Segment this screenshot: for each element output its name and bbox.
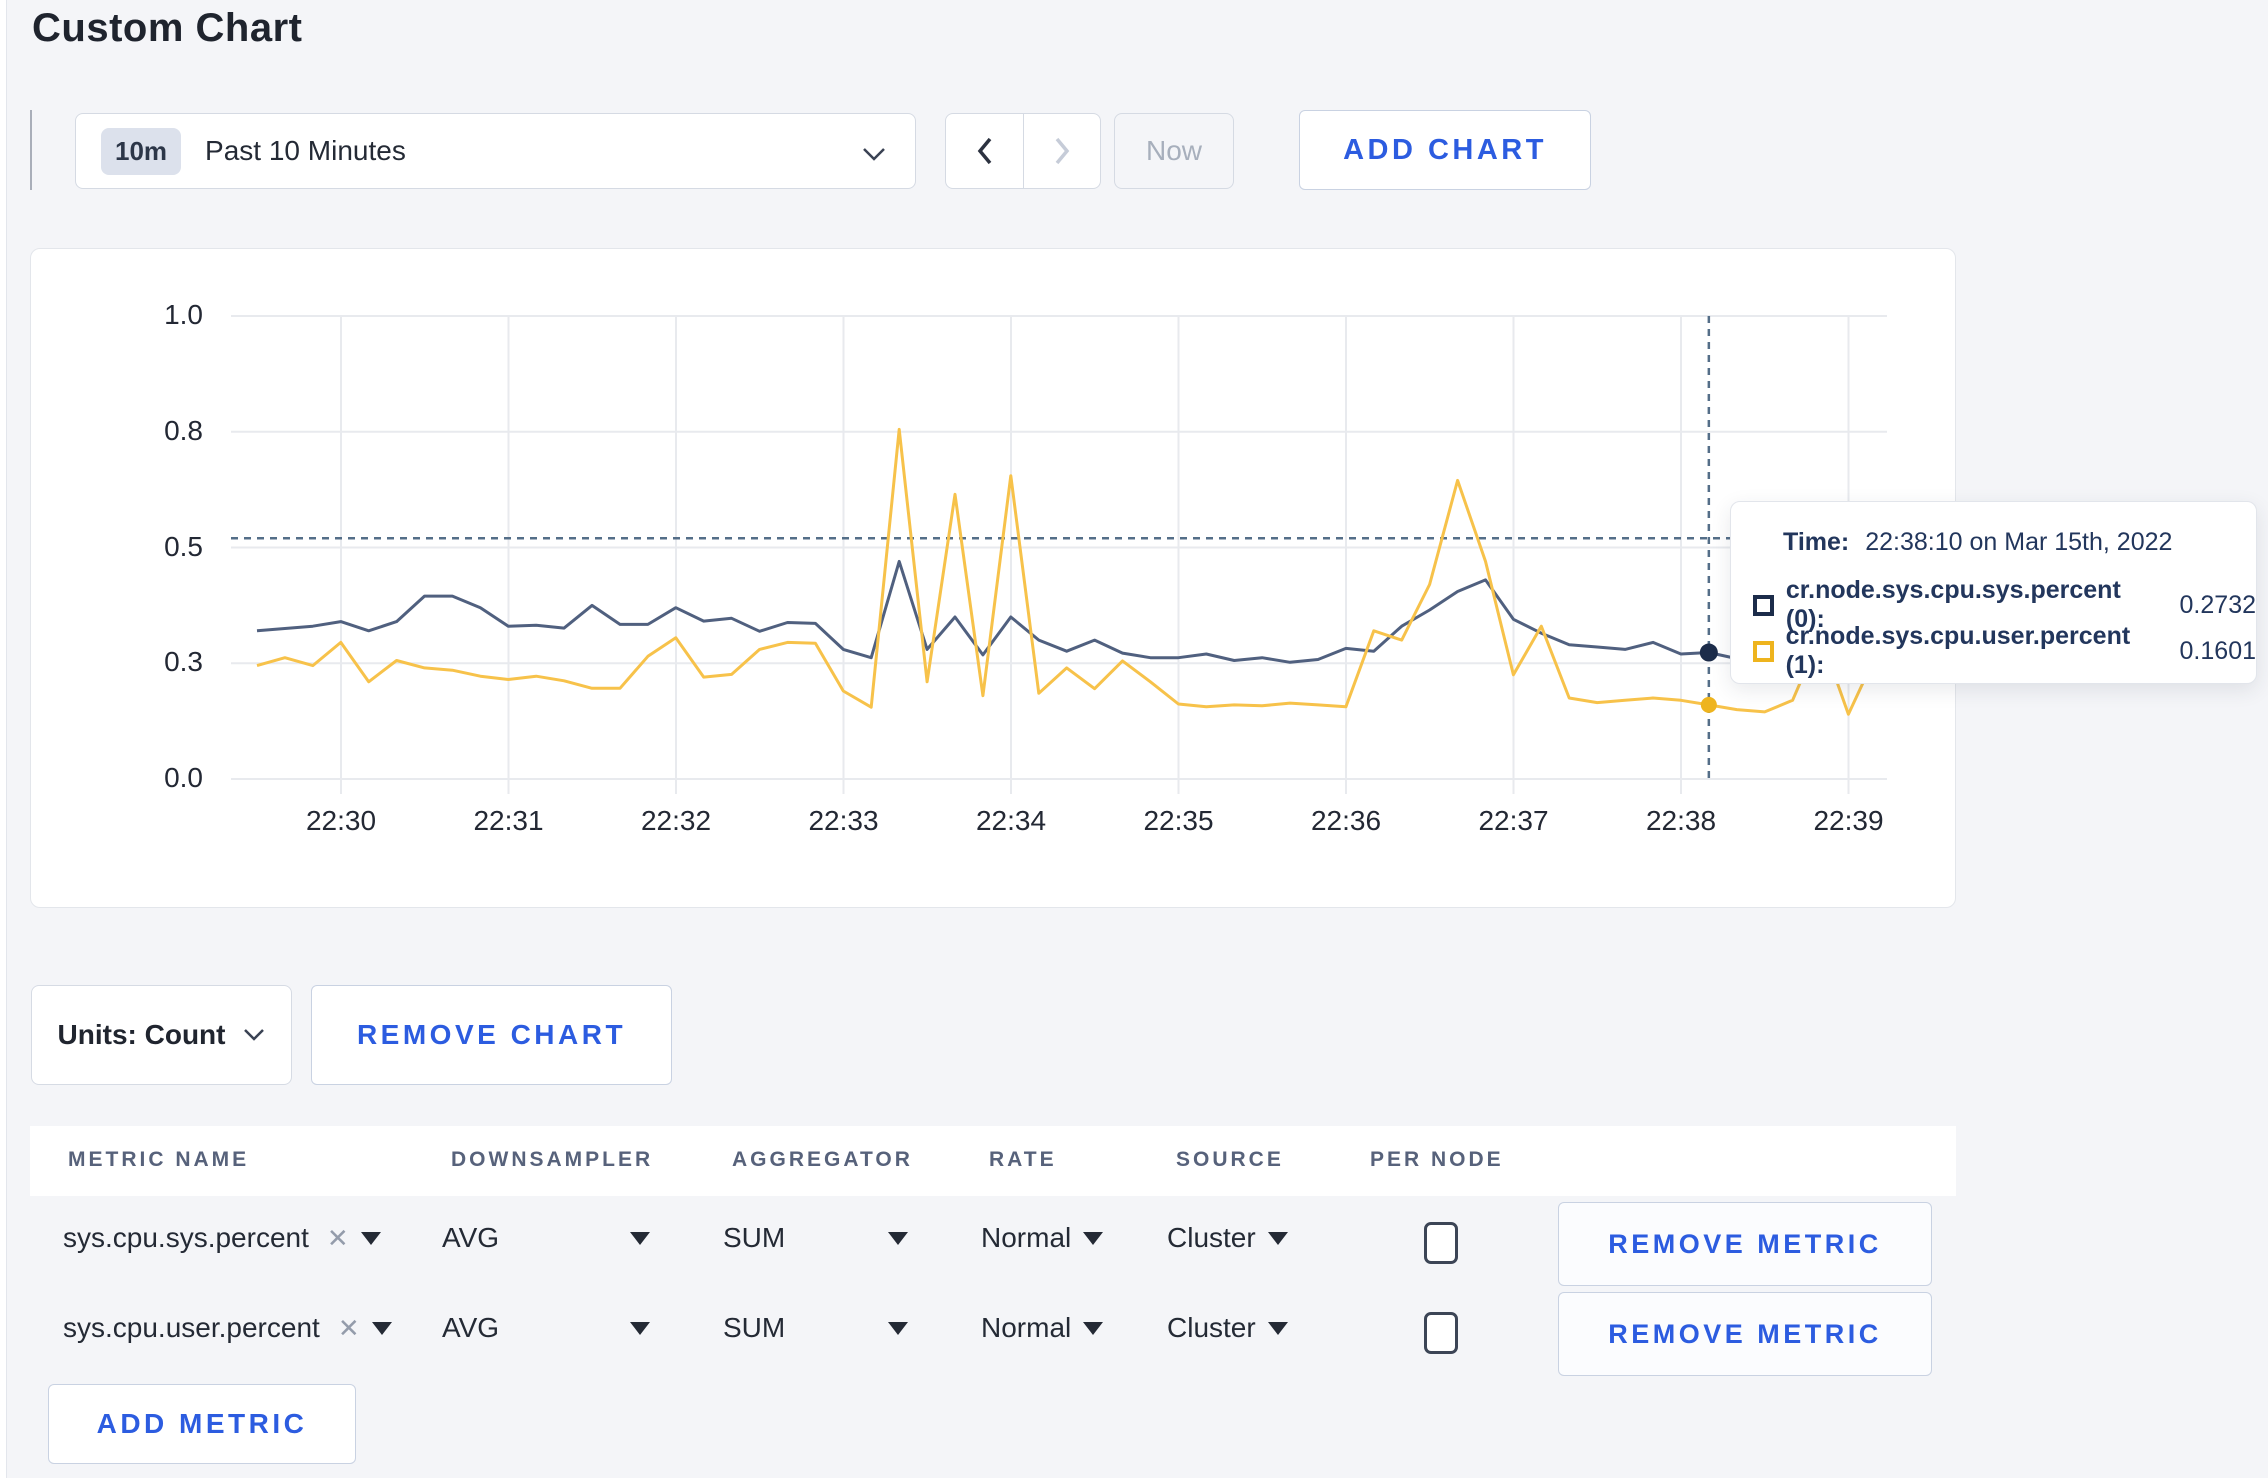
aggregator-value: SUM — [723, 1312, 786, 1343]
remove-metric-button[interactable]: REMOVE METRIC — [1558, 1202, 1932, 1286]
x-axis-label: 22:33 — [808, 805, 879, 836]
x-axis-label: 22:37 — [1478, 805, 1549, 836]
now-button[interactable]: Now — [1114, 113, 1234, 189]
crosshair-point — [1699, 643, 1718, 662]
chart-tooltip: Time: 22:38:10 on Mar 15th, 2022 cr.node… — [1730, 501, 2257, 684]
clear-metric-icon[interactable]: ✕ — [338, 1313, 360, 1344]
metric-name-dropdown[interactable]: sys.cpu.sys.percent ✕ — [63, 1222, 381, 1254]
tooltip-series-row: cr.node.sys.cpu.user.percent (1): 0.1601 — [1753, 622, 2256, 680]
col-header-aggregator: AGGREGATOR — [732, 1148, 913, 1171]
chevron-left-icon — [977, 137, 991, 165]
downsampler-dropdown[interactable]: AVG — [442, 1222, 650, 1254]
x-axis-label: 22:30 — [305, 805, 377, 836]
x-axis-label: 22:36 — [1310, 805, 1382, 836]
remove-metric-button[interactable]: REMOVE METRIC — [1558, 1292, 1932, 1376]
tooltip-time-label: Time: — [1783, 528, 1850, 556]
y-axis-label: 0.5 — [164, 530, 203, 562]
time-range-dropdown[interactable]: 10m Past 10 Minutes — [75, 113, 916, 189]
x-axis-label: 22:34 — [975, 805, 1047, 836]
clear-metric-icon[interactable]: ✕ — [327, 1223, 349, 1254]
tooltip-time-value: 22:38:10 on Mar 15th, 2022 — [1865, 528, 2173, 556]
metric-name-value: sys.cpu.user.percent — [63, 1312, 320, 1343]
caret-down-icon — [1083, 1231, 1104, 1245]
source-value: Cluster — [1167, 1312, 1256, 1343]
time-range-badge: 10m — [101, 127, 182, 175]
chevron-down-icon — [244, 1029, 265, 1041]
add-metric-button[interactable]: ADD METRIC — [48, 1384, 356, 1464]
col-header-downsampler: DOWNSAMPLER — [451, 1148, 654, 1171]
col-header-metric-name: METRIC NAME — [68, 1148, 250, 1171]
caret-down-icon — [888, 1321, 908, 1335]
caret-down-icon — [630, 1321, 650, 1335]
downsampler-value: AVG — [442, 1222, 500, 1253]
x-axis-label: 22:32 — [640, 805, 712, 836]
rate-value: Normal — [981, 1312, 1072, 1343]
tooltip-series-value: 0.2732 — [2179, 590, 2256, 619]
caret-down-icon — [371, 1321, 392, 1335]
rate-value: Normal — [981, 1222, 1072, 1253]
chevron-down-icon — [863, 148, 885, 161]
series-swatch-icon — [1753, 594, 1774, 616]
x-axis-label: 22:38 — [1645, 805, 1717, 836]
downsampler-dropdown[interactable]: AVG — [442, 1312, 650, 1344]
aggregator-dropdown[interactable]: SUM — [723, 1312, 908, 1344]
rate-dropdown[interactable]: Normal — [981, 1222, 1104, 1254]
remove-chart-button[interactable]: REMOVE CHART — [311, 985, 672, 1085]
x-axis-label: 22:31 — [473, 805, 544, 836]
tooltip-series-value: 0.1601 — [2179, 636, 2256, 665]
col-header-rate: RATE — [989, 1148, 1057, 1171]
toolbar-divider — [30, 110, 32, 190]
tooltip-series-name: cr.node.sys.cpu.user.percent (1): — [1785, 622, 2131, 679]
units-label: Units: Count — [57, 1019, 226, 1050]
add-chart-button[interactable]: ADD CHART — [1299, 110, 1591, 190]
caret-down-icon — [1267, 1321, 1288, 1335]
series-swatch-icon — [1753, 640, 1774, 662]
y-axis-label: 0.8 — [164, 414, 203, 446]
aggregator-dropdown[interactable]: SUM — [723, 1222, 908, 1254]
col-header-per-node: PER NODE — [1370, 1148, 1504, 1171]
series-line — [256, 559, 1877, 664]
col-header-source: SOURCE — [1176, 1148, 1284, 1171]
time-range-label: Past 10 Minutes — [205, 135, 406, 166]
chart-card: 1.0 0.8 0.5 0.3 0.0 22:30 22:31 22:32 22:33 22:3… — [30, 248, 1956, 908]
metric-name-dropdown[interactable]: sys.cpu.user.percent ✕ — [63, 1312, 392, 1344]
x-axis-label: 22:39 — [1813, 805, 1884, 836]
per-node-checkbox[interactable] — [1424, 1312, 1458, 1354]
caret-down-icon — [1083, 1321, 1104, 1335]
source-value: Cluster — [1167, 1222, 1256, 1253]
time-forward-button[interactable] — [1023, 114, 1100, 188]
tooltip-time-row: Time: 22:38:10 on Mar 15th, 2022 — [1783, 528, 2172, 557]
caret-down-icon — [360, 1231, 381, 1245]
source-dropdown[interactable]: Cluster — [1167, 1222, 1288, 1254]
source-dropdown[interactable]: Cluster — [1167, 1312, 1288, 1344]
caret-down-icon — [630, 1231, 650, 1245]
units-dropdown[interactable]: Units: Count — [31, 985, 292, 1085]
crosshair-point — [1700, 696, 1717, 713]
downsampler-value: AVG — [442, 1312, 500, 1343]
per-node-checkbox[interactable] — [1424, 1222, 1458, 1264]
y-axis-label: 0.3 — [164, 646, 203, 678]
caret-down-icon — [888, 1231, 908, 1245]
layout-edge — [0, 0, 7, 1478]
x-axis-label: 22:35 — [1143, 805, 1214, 836]
custom-chart-page: Custom Chart 10m Past 10 Minutes Now ADD… — [0, 0, 2268, 1478]
y-axis-label: 0.0 — [164, 762, 203, 793]
time-step-group — [945, 113, 1101, 189]
series-line — [256, 427, 1878, 716]
rate-dropdown[interactable]: Normal — [981, 1312, 1104, 1344]
page-title: Custom Chart — [32, 6, 303, 50]
caret-down-icon — [1267, 1231, 1288, 1245]
chevron-right-icon — [1055, 137, 1070, 165]
metric-name-value: sys.cpu.sys.percent — [63, 1222, 309, 1253]
y-axis-label: 1.0 — [164, 299, 203, 330]
time-back-button[interactable] — [946, 114, 1023, 188]
aggregator-value: SUM — [723, 1222, 786, 1253]
